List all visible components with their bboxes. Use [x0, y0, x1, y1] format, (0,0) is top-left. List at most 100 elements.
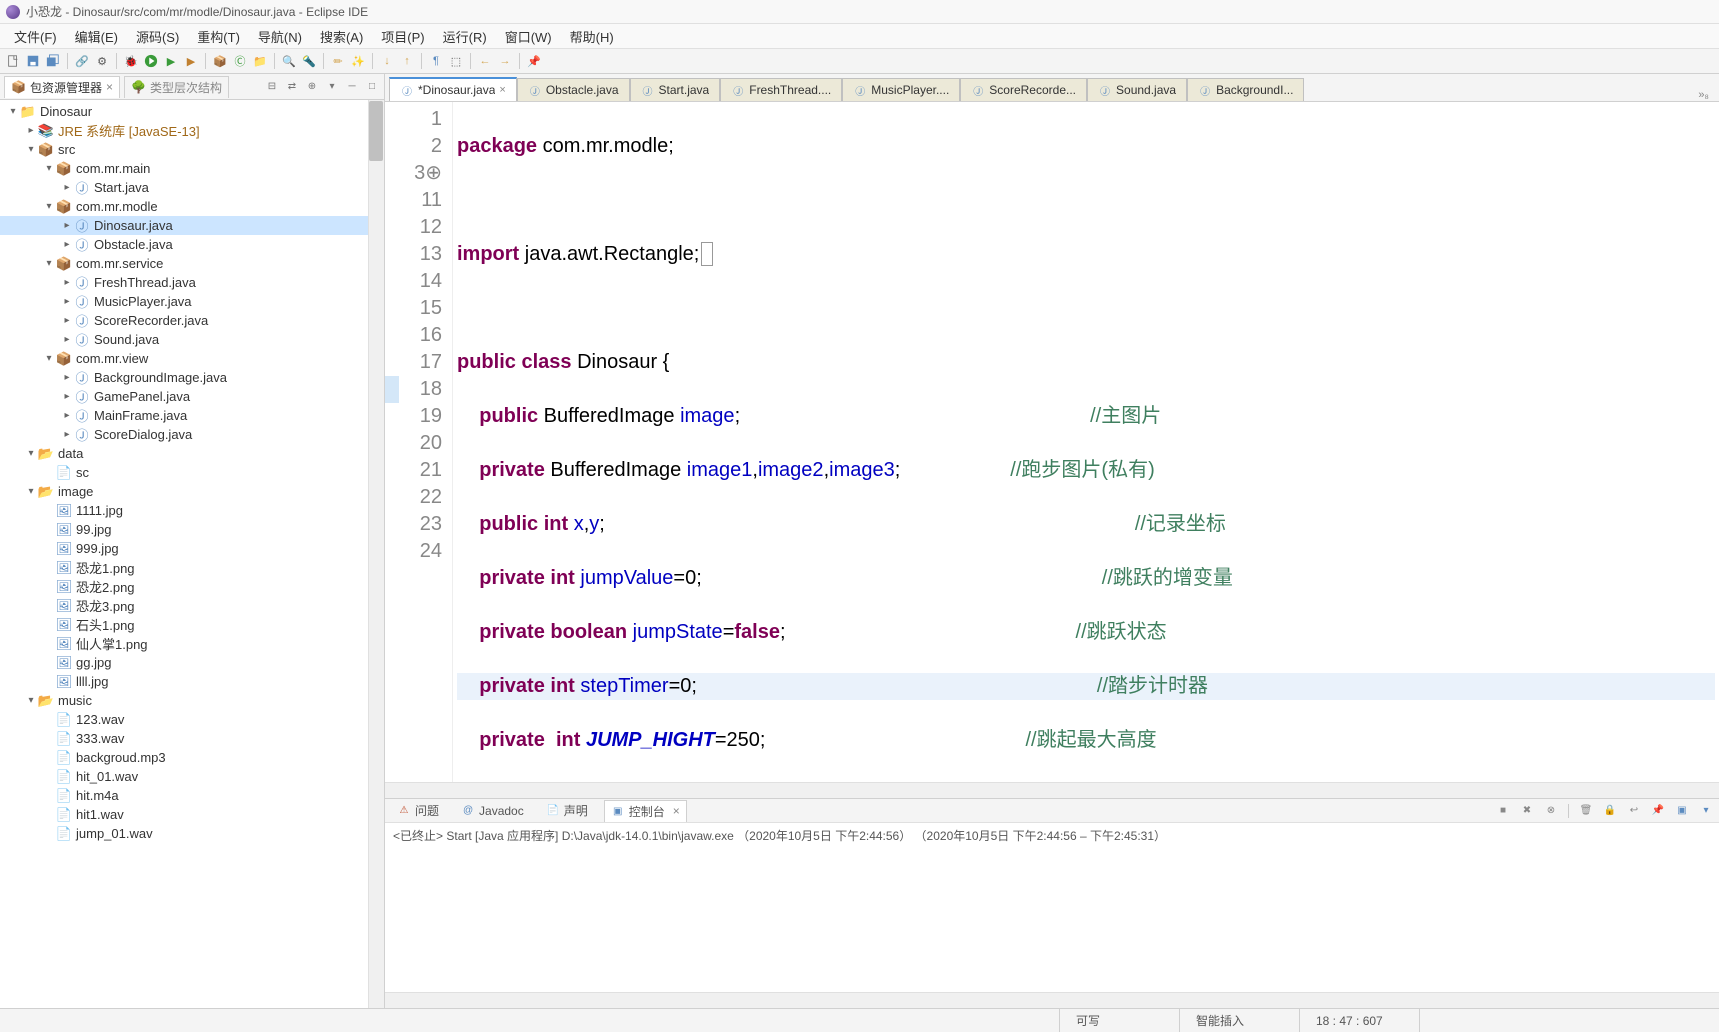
code-body[interactable]: package com.mr.modle; import java.awt.Re…: [453, 102, 1719, 782]
tree-node[interactable]: 📄hit_01.wav: [0, 767, 384, 786]
tab-console[interactable]: ▣控制台×: [604, 800, 687, 822]
tree-node[interactable]: ▾📁Dinosaur: [0, 102, 384, 121]
remove-launch-icon[interactable]: ✖: [1520, 804, 1534, 818]
new-package-icon[interactable]: 📦: [211, 52, 229, 70]
tree-node[interactable]: 🖼石头1.png: [0, 615, 384, 634]
twisty-icon[interactable]: ▾: [6, 106, 20, 117]
twisty-icon[interactable]: ▸: [60, 182, 74, 193]
tree-node[interactable]: 🖼999.jpg: [0, 539, 384, 558]
tree-node[interactable]: ▸ⒿScoreRecorder.java: [0, 311, 384, 330]
tab-javadoc[interactable]: @Javadoc: [455, 802, 530, 820]
wand-icon[interactable]: ✨: [349, 52, 367, 70]
tree-node[interactable]: ▾📦com.mr.modle: [0, 197, 384, 216]
tree-node[interactable]: ▸ⒿObstacle.java: [0, 235, 384, 254]
scroll-lock-icon[interactable]: 🔒: [1603, 804, 1617, 818]
tree-node[interactable]: 🖼1111.jpg: [0, 501, 384, 520]
open-console-icon[interactable]: ▾: [1699, 804, 1713, 818]
tree-node[interactable]: ▾📂data: [0, 444, 384, 463]
tree-node[interactable]: ▸ⒿSound.java: [0, 330, 384, 349]
tree-node[interactable]: ▸ⒿMainFrame.java: [0, 406, 384, 425]
tree-node[interactable]: ▸ⒿDinosaur.java: [0, 216, 384, 235]
editor-h-scrollbar[interactable]: [385, 782, 1719, 798]
twisty-icon[interactable]: ▾: [24, 448, 38, 459]
pin-icon[interactable]: 📌: [525, 52, 543, 70]
tab-problems[interactable]: ⚠问题: [391, 800, 445, 821]
tree-node[interactable]: ▸ⒿBackgroundImage.java: [0, 368, 384, 387]
link-editor-icon[interactable]: ⇄: [284, 79, 300, 95]
tree-node[interactable]: 📄333.wav: [0, 729, 384, 748]
close-icon[interactable]: ×: [499, 84, 505, 96]
editor-tab[interactable]: ⒿFreshThread....: [720, 78, 842, 101]
pin-console-icon[interactable]: 📌: [1651, 804, 1665, 818]
focus-icon[interactable]: ⊕: [304, 79, 320, 95]
tab-package-explorer[interactable]: 📦 包资源管理器 ×: [4, 76, 120, 98]
menu-source[interactable]: 源码(S): [128, 25, 187, 48]
menu-navigate[interactable]: 导航(N): [250, 25, 310, 48]
twisty-icon[interactable]: ▸: [60, 220, 74, 231]
menu-run[interactable]: 运行(R): [435, 25, 495, 48]
twisty-icon[interactable]: ▸: [60, 372, 74, 383]
view-menu-icon[interactable]: ▾: [324, 79, 340, 95]
new-class-icon[interactable]: Ⓒ: [231, 52, 249, 70]
back-icon[interactable]: ←: [476, 52, 494, 70]
twisty-icon[interactable]: ▾: [42, 353, 56, 364]
menu-edit[interactable]: 编辑(E): [67, 25, 126, 48]
remove-all-icon[interactable]: ⊗: [1544, 804, 1558, 818]
tree-node[interactable]: 🖼恐龙2.png: [0, 577, 384, 596]
display-console-icon[interactable]: ▣: [1675, 804, 1689, 818]
tree-node[interactable]: ▸ⒿScoreDialog.java: [0, 425, 384, 444]
block-select-icon[interactable]: ⬚: [447, 52, 465, 70]
tree-scrollbar-thumb[interactable]: [369, 101, 383, 161]
twisty-icon[interactable]: ▸: [60, 410, 74, 421]
tree-node[interactable]: ▸ⒿGamePanel.java: [0, 387, 384, 406]
new-folder-icon[interactable]: 📁: [251, 52, 269, 70]
tree-node[interactable]: ▸📚JRE 系统库 [JavaSE-13]: [0, 121, 384, 140]
open-type-icon[interactable]: 🔍: [280, 52, 298, 70]
show-whitespace-icon[interactable]: ¶: [427, 52, 445, 70]
twisty-icon[interactable]: ▸: [60, 277, 74, 288]
prev-annotation-icon[interactable]: ↑: [398, 52, 416, 70]
twisty-icon[interactable]: ▸: [60, 334, 74, 345]
twisty-icon[interactable]: ▸: [24, 125, 38, 136]
build-icon[interactable]: ⚙: [93, 52, 111, 70]
menu-refactor[interactable]: 重构(T): [189, 25, 248, 48]
terminate-icon[interactable]: ■: [1496, 804, 1510, 818]
editor-tab[interactable]: ⒿMusicPlayer....: [842, 78, 960, 101]
tree-node[interactable]: 📄hit.m4a: [0, 786, 384, 805]
maximize-icon[interactable]: □: [364, 79, 380, 95]
tree-node[interactable]: ▸ⒿFreshThread.java: [0, 273, 384, 292]
collapse-all-icon[interactable]: ⊟: [264, 79, 280, 95]
editor-tab[interactable]: ⒿStart.java: [630, 78, 721, 101]
console-h-scrollbar[interactable]: [385, 992, 1719, 1008]
coverage-icon[interactable]: ▶: [162, 52, 180, 70]
tab-declaration[interactable]: 📄声明: [540, 800, 594, 821]
menu-help[interactable]: 帮助(H): [562, 25, 622, 48]
toggle-mark-icon[interactable]: ✏: [329, 52, 347, 70]
search-icon[interactable]: 🔦: [300, 52, 318, 70]
toggle-breadcrumb-icon[interactable]: 🔗: [73, 52, 91, 70]
menu-window[interactable]: 窗口(W): [497, 25, 560, 48]
run-last-icon[interactable]: ▶: [182, 52, 200, 70]
console-output[interactable]: <已终止> Start [Java 应用程序] D:\Java\jdk-14.0…: [385, 822, 1719, 992]
editor-tab[interactable]: ⒿSound.java: [1087, 78, 1187, 101]
tree-node[interactable]: 📄hit1.wav: [0, 805, 384, 824]
tree-node[interactable]: 🖼恐龙3.png: [0, 596, 384, 615]
forward-icon[interactable]: →: [496, 52, 514, 70]
word-wrap-icon[interactable]: ↩: [1627, 804, 1641, 818]
tree-node[interactable]: 🖼gg.jpg: [0, 653, 384, 672]
tree-node[interactable]: 📄sc: [0, 463, 384, 482]
save-all-icon[interactable]: [44, 52, 62, 70]
twisty-icon[interactable]: ▸: [60, 429, 74, 440]
tree-scrollbar[interactable]: [368, 100, 384, 1008]
tree-node[interactable]: 📄backgroud.mp3: [0, 748, 384, 767]
tab-type-hierarchy[interactable]: 🌳 类型层次结构: [124, 76, 229, 98]
show-list-icon[interactable]: »₈: [1692, 89, 1715, 101]
twisty-icon[interactable]: ▸: [60, 315, 74, 326]
editor-tab[interactable]: ⒿScoreRecorde...: [960, 78, 1087, 101]
editor-tab[interactable]: ⒿObstacle.java: [517, 78, 630, 101]
twisty-icon[interactable]: ▾: [42, 258, 56, 269]
tree-node[interactable]: ▾📦com.mr.main: [0, 159, 384, 178]
twisty-icon[interactable]: ▾: [24, 144, 38, 155]
tree-node[interactable]: ▾📦com.mr.view: [0, 349, 384, 368]
twisty-icon[interactable]: ▾: [24, 695, 38, 706]
